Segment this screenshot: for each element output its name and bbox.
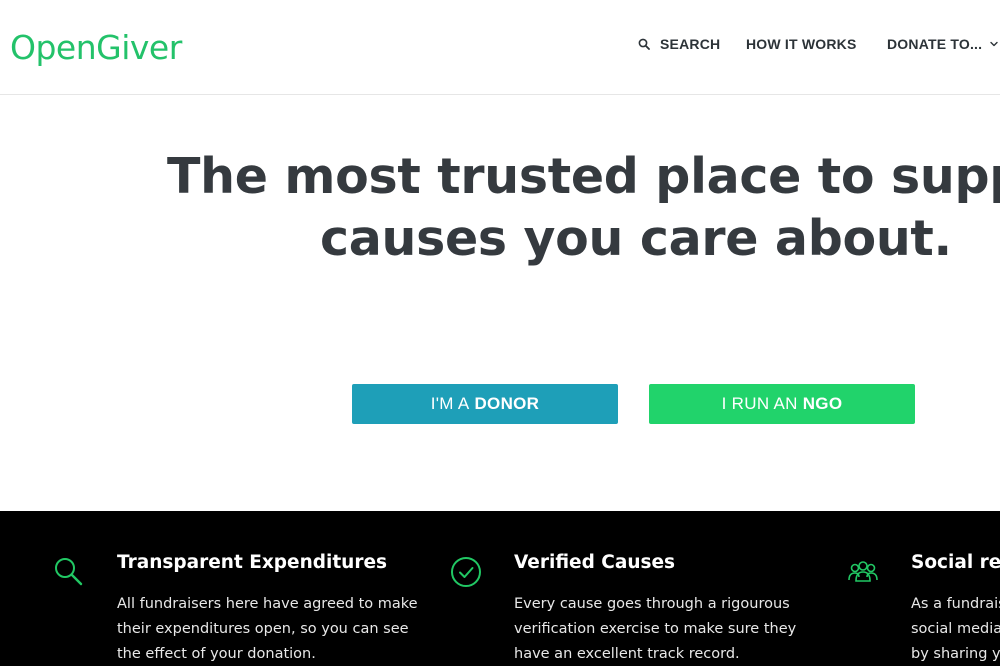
ngo-button-prefix: I RUN AN [721, 394, 798, 413]
hero-heading-line-1: The most trusted place to supp [167, 148, 1000, 205]
site-header: OpenGiver SEARCH HOW IT WORKS DONATE TO.… [0, 0, 1000, 95]
main-nav: SEARCH HOW IT WORKS DONATE TO... [0, 36, 1000, 56]
hero-heading-line-2: causes you care about. [320, 210, 952, 267]
feature-description: All fundraisers here have agreed to make… [117, 592, 437, 666]
feature-description: As a fundrais social media by sharing y [911, 592, 1000, 666]
feature-description-line: by sharing y [911, 646, 1000, 662]
nav-search-label: SEARCH [660, 36, 721, 52]
check-circle-icon [449, 555, 483, 589]
feature-description: Every cause goes through a rigourous ver… [514, 592, 834, 666]
search-icon [637, 37, 651, 51]
feature-title: Social rea [911, 552, 1000, 573]
search-icon [52, 555, 86, 589]
people-group-icon [846, 555, 880, 589]
ngo-button-strong: NGO [802, 394, 843, 413]
nav-donate-dropdown[interactable]: DONATE TO... [887, 36, 999, 52]
features-strip: Transparent Expenditures All fundraisers… [0, 511, 1000, 666]
feature-description-line: their expenditures open, so you can see [117, 621, 409, 637]
nav-how-it-works-link[interactable]: HOW IT WORKS [746, 36, 857, 52]
ngo-button[interactable]: I RUN AN NGO [649, 384, 915, 424]
feature-description-line: Every cause goes through a rigourous [514, 596, 790, 612]
donor-button-prefix: I'M A [430, 394, 470, 413]
feature-description-line: verification exercise to make sure they [514, 621, 797, 637]
donor-button-strong: DONOR [474, 394, 540, 413]
feature-description-line: As a fundrais [911, 596, 1000, 612]
feature-verified-causes: Verified Causes Every cause goes through… [449, 511, 809, 666]
feature-transparent-expenditures: Transparent Expenditures All fundraisers… [52, 511, 418, 666]
nav-donate-label: DONATE TO... [887, 36, 983, 52]
feature-description-line: All fundraisers here have agreed to make [117, 596, 418, 612]
nav-search-link[interactable]: SEARCH [637, 36, 720, 52]
feature-description-line: social media [911, 621, 1000, 637]
feature-description-line: the effect of your donation. [117, 646, 316, 662]
feature-description-line: have an excellent track record. [514, 646, 740, 662]
feature-title: Verified Causes [514, 552, 676, 573]
feature-title: Transparent Expenditures [117, 552, 388, 573]
hero-heading: The most trusted place to supp causes yo… [0, 142, 1000, 272]
donor-button[interactable]: I'M A DONOR [352, 384, 618, 424]
feature-social-reach: Social rea As a fundrais social media by… [846, 511, 1000, 666]
nav-how-label: HOW IT WORKS [746, 36, 857, 52]
chevron-down-icon [989, 39, 999, 49]
